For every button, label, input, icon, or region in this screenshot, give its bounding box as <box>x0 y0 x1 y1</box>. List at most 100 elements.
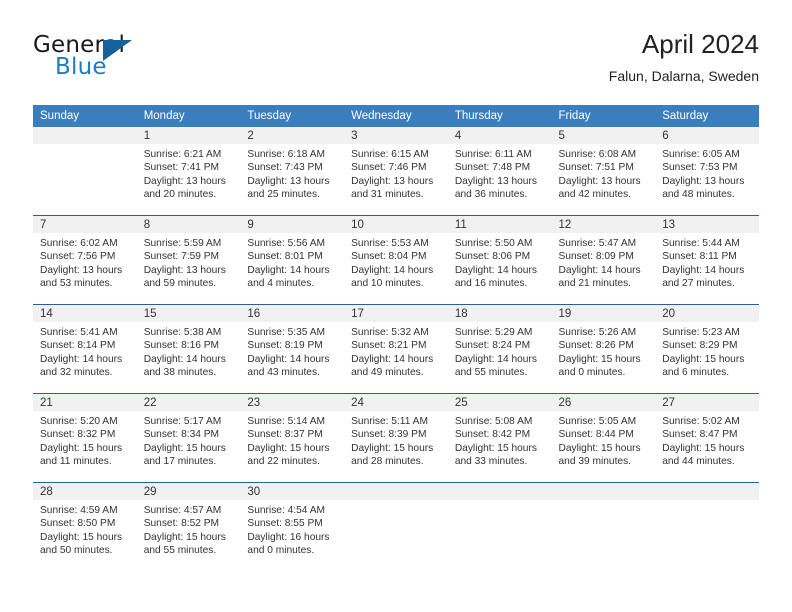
calendar-day-cell[interactable]: 10 Sunrise: 5:53 AM Sunset: 8:04 PM Dayligh… <box>344 215 448 305</box>
calendar-day-cell[interactable]: 22 Sunrise: 5:17 AM Sunset: 8:34 PM Dayligh… <box>136 393 241 483</box>
day-detail-line: Daylight: 14 hours <box>558 264 641 276</box>
calendar-day-cell[interactable]: 2 Sunrise: 6:18 AM Sunset: 7:43 PM Daylight… <box>240 127 345 216</box>
day-details: Sunrise: 5:56 AM Sunset: 8:01 PM Daylight:… <box>240 233 344 291</box>
day-number <box>551 483 656 500</box>
day-detail-line: and 32 minutes. <box>40 367 113 379</box>
day-details: Sunrise: 5:20 AM Sunset: 8:32 PM Daylight:… <box>33 411 137 469</box>
calendar-day-cell[interactable]: 20 Sunrise: 5:23 AM Sunset: 8:29 PM Dayligh… <box>655 304 759 394</box>
day-detail-line: Sunrise: 5:05 AM <box>558 416 637 427</box>
calendar-day-cell[interactable]: 12 Sunrise: 5:47 AM Sunset: 8:09 PM Dayligh… <box>551 215 656 305</box>
day-details: Sunrise: 6:08 AM Sunset: 7:51 PM Daylight:… <box>552 144 656 202</box>
day-number <box>655 483 759 500</box>
day-detail-line: and 33 minutes. <box>454 456 528 468</box>
calendar-day-cell[interactable]: 16 Sunrise: 5:35 AM Sunset: 8:19 PM Dayligh… <box>240 304 345 394</box>
day-detail-line: Sunset: 8:34 PM <box>143 429 220 441</box>
day-detail-line: and 44 minutes. <box>662 456 735 468</box>
calendar-day-cell[interactable]: 11 Sunrise: 5:50 AM Sunset: 8:06 PM Dayligh… <box>447 215 552 305</box>
day-detail-line: Sunset: 8:29 PM <box>662 340 738 352</box>
day-detail-line: and 49 minutes. <box>351 367 424 379</box>
weekday-header-sunday: Sunday <box>33 105 137 127</box>
day-details: Sunrise: 5:50 AM Sunset: 8:06 PM Daylight:… <box>448 233 552 291</box>
day-detail-line: Sunset: 8:26 PM <box>558 340 634 352</box>
calendar-day-cell[interactable]: 23 Sunrise: 5:14 AM Sunset: 8:37 PM Dayligh… <box>240 393 345 483</box>
day-detail-line: and 22 minutes. <box>247 456 320 468</box>
calendar-day-cell[interactable]: 24 Sunrise: 5:11 AM Sunset: 8:39 PM Dayligh… <box>344 393 448 483</box>
calendar-day-cell[interactable]: 9 Sunrise: 5:56 AM Sunset: 8:01 PM Daylight… <box>240 215 345 305</box>
day-detail-line: and 50 minutes. <box>40 545 113 557</box>
general-blue-logo[interactable]: General Blue <box>33 32 203 90</box>
calendar-day-cell[interactable]: 26 Sunrise: 5:05 AM Sunset: 8:44 PM Dayligh… <box>551 393 656 483</box>
day-detail-line: Sunrise: 5:26 AM <box>558 327 637 338</box>
day-number: 1 <box>136 127 241 144</box>
calendar-page: General Blue April 2024 Falun, Dalarna, … <box>0 0 792 612</box>
calendar-header-row: Sunday Monday Tuesday Wednesday Thursday Frid… <box>33 105 759 127</box>
calendar-day-cell[interactable]: 6 Sunrise: 6:05 AM Sunset: 7:53 PM Daylight… <box>655 127 759 216</box>
day-details <box>448 500 552 504</box>
calendar-day-cell[interactable]: 3 Sunrise: 6:15 AM Sunset: 7:46 PM Daylight… <box>344 127 448 216</box>
day-detail-line: Sunset: 8:21 PM <box>351 340 427 352</box>
day-detail-line: Daylight: 14 hours <box>454 353 537 365</box>
day-number: 17 <box>344 305 448 322</box>
day-number: 12 <box>551 216 656 233</box>
calendar-day-cell[interactable]: 4 Sunrise: 6:11 AM Sunset: 7:48 PM Daylight… <box>447 127 552 216</box>
day-detail-line: Sunset: 8:39 PM <box>351 429 427 441</box>
day-detail-line: and 25 minutes. <box>247 189 320 201</box>
day-number: 28 <box>33 483 137 500</box>
day-number: 3 <box>344 127 448 144</box>
day-detail-line: Daylight: 14 hours <box>143 353 226 365</box>
day-detail-line: Daylight: 13 hours <box>662 175 745 187</box>
day-detail-line: and 4 minutes. <box>247 278 315 290</box>
calendar-day-cell[interactable]: 14 Sunrise: 5:41 AM Sunset: 8:14 PM Dayligh… <box>33 304 137 394</box>
day-detail-line: Sunset: 8:24 PM <box>454 340 531 352</box>
day-detail-line: Sunrise: 5:02 AM <box>662 416 740 427</box>
calendar-day-cell[interactable]: 30 Sunrise: 4:54 AM Sunset: 8:55 PM Dayligh… <box>240 482 345 571</box>
calendar-day-cell[interactable]: 13 Sunrise: 5:44 AM Sunset: 8:11 PM Dayligh… <box>655 215 759 305</box>
day-detail-line: Sunset: 7:53 PM <box>662 162 738 174</box>
day-number: 18 <box>447 305 552 322</box>
day-detail-line: Daylight: 15 hours <box>247 442 330 454</box>
day-detail-line: Sunrise: 5:29 AM <box>454 327 533 338</box>
day-detail-line: Sunset: 8:37 PM <box>247 429 323 441</box>
day-details: Sunrise: 5:08 AM Sunset: 8:42 PM Daylight:… <box>448 411 552 469</box>
calendar-day-cell[interactable]: 5 Sunrise: 6:08 AM Sunset: 7:51 PM Daylight… <box>551 127 656 216</box>
day-detail-line: Sunrise: 6:15 AM <box>351 149 429 160</box>
calendar-day-cell[interactable]: 8 Sunrise: 5:59 AM Sunset: 7:59 PM Daylight… <box>136 215 241 305</box>
day-detail-line: Sunrise: 5:35 AM <box>247 327 325 338</box>
calendar-day-cell[interactable]: 19 Sunrise: 5:26 AM Sunset: 8:26 PM Dayligh… <box>551 304 656 394</box>
day-detail-line: Daylight: 15 hours <box>454 442 537 454</box>
calendar-day-cell[interactable]: 7 Sunrise: 6:02 AM Sunset: 7:56 PM Daylight… <box>33 215 137 305</box>
day-number: 11 <box>447 216 552 233</box>
calendar-day-cell[interactable]: 25 Sunrise: 5:08 AM Sunset: 8:42 PM Dayligh… <box>447 393 552 483</box>
day-detail-line: Daylight: 13 hours <box>454 175 537 187</box>
day-detail-line: Sunset: 8:09 PM <box>558 251 634 263</box>
day-detail-line: Sunset: 8:04 PM <box>351 251 427 263</box>
weekday-header-thursday: Thursday <box>447 105 552 127</box>
day-detail-line: Daylight: 14 hours <box>454 264 537 276</box>
calendar-day-cell[interactable]: 18 Sunrise: 5:29 AM Sunset: 8:24 PM Dayligh… <box>447 304 552 394</box>
calendar-day-cell[interactable]: 1 Sunrise: 6:21 AM Sunset: 7:41 PM Daylight… <box>136 127 241 216</box>
day-number: 14 <box>33 305 137 322</box>
day-detail-line: Sunset: 8:16 PM <box>143 340 220 352</box>
day-detail-line: and 21 minutes. <box>558 278 632 290</box>
day-detail-line: and 36 minutes. <box>454 189 528 201</box>
day-details: Sunrise: 5:47 AM Sunset: 8:09 PM Daylight:… <box>552 233 656 291</box>
day-detail-line: and 38 minutes. <box>143 367 217 379</box>
day-detail-line: and 11 minutes. <box>40 456 112 468</box>
day-detail-line: and 17 minutes. <box>143 456 217 468</box>
calendar-day-cell[interactable]: 17 Sunrise: 5:32 AM Sunset: 8:21 PM Dayligh… <box>344 304 448 394</box>
calendar-day-cell[interactable]: 29 Sunrise: 4:57 AM Sunset: 8:52 PM Dayligh… <box>136 482 241 571</box>
calendar-day-cell[interactable]: 27 Sunrise: 5:02 AM Sunset: 8:47 PM Dayligh… <box>655 393 759 483</box>
day-number: 9 <box>240 216 345 233</box>
calendar-day-cell[interactable]: 28 Sunrise: 4:59 AM Sunset: 8:50 PM Dayligh… <box>33 482 137 571</box>
day-detail-line: Sunrise: 5:20 AM <box>40 416 118 427</box>
day-detail-line: Sunrise: 5:59 AM <box>143 238 222 249</box>
day-detail-line: Sunset: 8:01 PM <box>247 251 323 263</box>
day-detail-line: Sunset: 8:19 PM <box>247 340 323 352</box>
calendar-week-row: 14 Sunrise: 5:41 AM Sunset: 8:14 PM Dayligh… <box>33 304 759 394</box>
day-detail-line: Daylight: 13 hours <box>351 175 434 187</box>
calendar-day-cell[interactable]: 21 Sunrise: 5:20 AM Sunset: 8:32 PM Dayligh… <box>33 393 137 483</box>
day-detail-line: Daylight: 13 hours <box>247 175 330 187</box>
title-block: April 2024 Falun, Dalarna, Sweden <box>609 28 759 87</box>
calendar-day-cell[interactable]: 15 Sunrise: 5:38 AM Sunset: 8:16 PM Dayligh… <box>136 304 241 394</box>
page-subtitle-location: Falun, Dalarna, Sweden <box>608 68 759 84</box>
